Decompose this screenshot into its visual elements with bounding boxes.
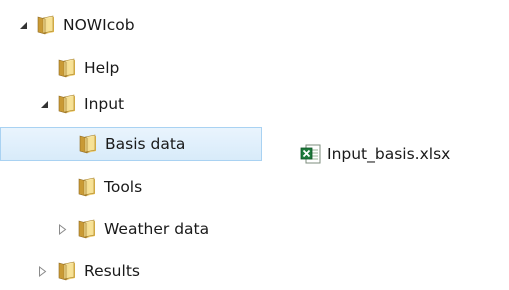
tree-item-label: NOWIcob bbox=[63, 16, 135, 34]
folder-icon bbox=[56, 260, 78, 282]
expanded-arrow-icon[interactable] bbox=[16, 18, 30, 32]
tree-item-input[interactable]: Input bbox=[0, 87, 262, 121]
folder-icon bbox=[76, 176, 98, 198]
tree-item-nowicob[interactable]: NOWIcob bbox=[0, 8, 262, 42]
tree-item-label: Tools bbox=[104, 178, 143, 196]
tree-item-label: Input bbox=[84, 95, 125, 113]
tree-item-label: Basis data bbox=[105, 135, 186, 153]
file-item-input-basis[interactable]: Input_basis.xlsx bbox=[300, 139, 450, 169]
collapsed-arrow-icon[interactable] bbox=[55, 222, 69, 236]
tree-item-label: Weather data bbox=[104, 220, 210, 238]
folder-icon bbox=[56, 93, 78, 115]
tree-item-label: Results bbox=[84, 262, 140, 280]
tree-item-tools[interactable]: Tools bbox=[0, 170, 262, 204]
expanded-arrow-icon[interactable] bbox=[37, 97, 51, 111]
excel-file-icon bbox=[300, 144, 321, 164]
folder-icon bbox=[77, 133, 99, 155]
tree-item-weather-data[interactable]: Weather data bbox=[0, 212, 262, 246]
folder-tree: NOWIcob Help Input Basis data Tools Weat… bbox=[0, 0, 262, 290]
tree-item-results[interactable]: Results bbox=[0, 254, 262, 288]
file-name: Input_basis.xlsx bbox=[327, 145, 451, 163]
folder-icon bbox=[76, 218, 98, 240]
tree-item-help[interactable]: Help bbox=[0, 51, 262, 85]
tree-item-basis-data[interactable]: Basis data bbox=[0, 127, 262, 161]
folder-icon bbox=[56, 57, 78, 79]
tree-item-label: Help bbox=[84, 59, 120, 77]
collapsed-arrow-icon[interactable] bbox=[35, 264, 49, 278]
folder-icon bbox=[35, 14, 57, 36]
